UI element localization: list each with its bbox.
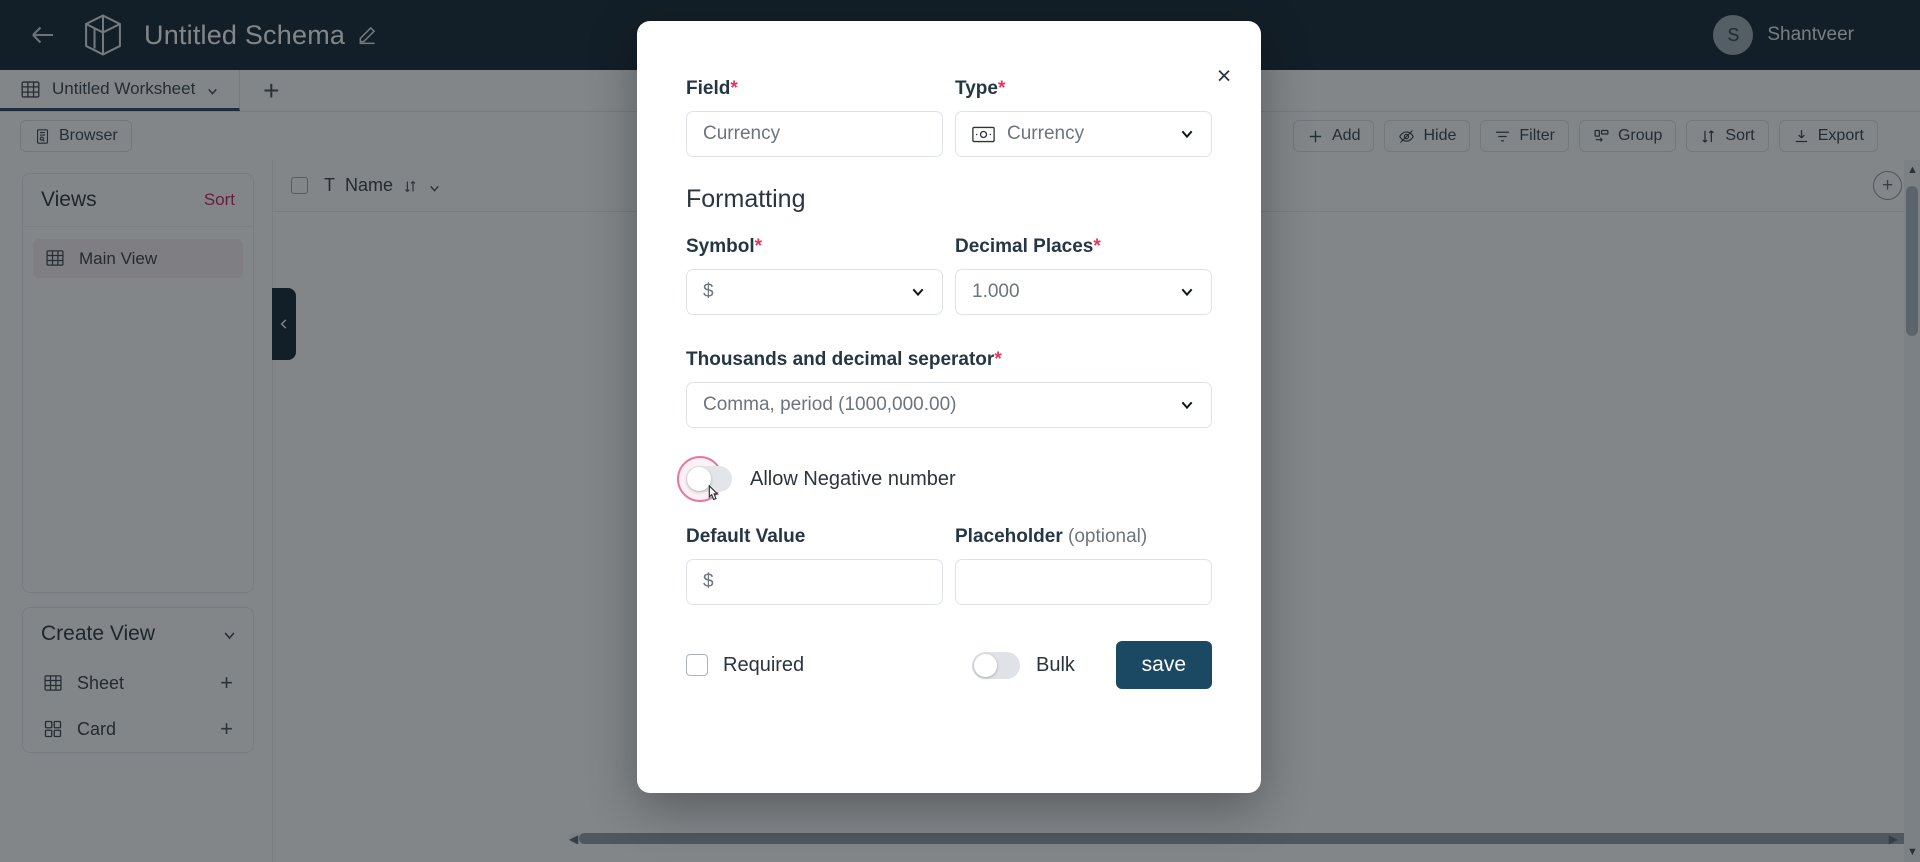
close-icon[interactable]: ×	[1209, 61, 1239, 91]
chevron-down-icon	[1179, 284, 1195, 300]
required-marker: *	[730, 78, 737, 99]
symbol-label-text: Symbol	[686, 236, 755, 257]
separator-label: Thousands and decimal seperator*	[686, 349, 1212, 371]
type-select[interactable]: Currency	[955, 111, 1212, 157]
required-marker: *	[755, 236, 762, 257]
required-checkbox[interactable]	[686, 654, 708, 676]
toggle-knob	[974, 654, 997, 677]
decimal-places-label-text: Decimal Places	[955, 236, 1093, 257]
separator-group: Thousands and decimal seperator* Comma, …	[686, 349, 1212, 428]
required-marker: *	[994, 349, 1001, 370]
symbol-group: Symbol* $	[686, 236, 943, 315]
chevron-down-icon	[910, 284, 926, 300]
modal-footer: Required Bulk save	[686, 641, 1212, 689]
type-label-text: Type	[955, 78, 998, 99]
symbol-label: Symbol*	[686, 236, 943, 258]
cursor-pointer-icon	[702, 483, 724, 509]
placeholder-group: Placeholder (optional)	[955, 526, 1212, 605]
separator-label-text: Thousands and decimal seperator	[686, 349, 994, 370]
separator-select-value: Comma, period (1000,000.00)	[703, 394, 956, 416]
default-value-group: Default Value	[686, 526, 943, 605]
field-name-input[interactable]	[686, 111, 943, 157]
required-checkbox-group[interactable]: Required	[686, 654, 972, 677]
placeholder-label-text: Placeholder	[955, 526, 1063, 547]
field-label: Field*	[686, 78, 943, 100]
placeholder-label: Placeholder (optional)	[955, 526, 1212, 548]
placeholder-optional-text: (optional)	[1068, 526, 1147, 547]
bulk-toggle[interactable]	[972, 652, 1020, 679]
symbol-select[interactable]: $	[686, 269, 943, 315]
decimal-places-select[interactable]: 1.000	[955, 269, 1212, 315]
decimal-places-group: Decimal Places* 1.000	[955, 236, 1212, 315]
bulk-label: Bulk	[1036, 654, 1075, 677]
required-marker: *	[1093, 236, 1100, 257]
symbol-select-value: $	[703, 281, 714, 303]
placeholder-input[interactable]	[955, 559, 1212, 605]
save-button[interactable]: save	[1116, 641, 1212, 689]
bulk-toggle-group[interactable]: Bulk	[972, 652, 1075, 679]
allow-negative-toggle[interactable]	[686, 466, 732, 492]
default-value-label: Default Value	[686, 526, 943, 548]
required-label: Required	[723, 654, 804, 677]
field-group: Field*	[686, 78, 943, 157]
separator-select[interactable]: Comma, period (1000,000.00)	[686, 382, 1212, 428]
field-label-text: Field	[686, 78, 730, 99]
symbol-decimal-row: Symbol* $ Decimal Places* 1.000	[686, 236, 1212, 315]
decimal-places-value: 1.000	[972, 281, 1020, 303]
chevron-down-icon	[1179, 397, 1195, 413]
type-select-value: Currency	[1007, 123, 1084, 145]
default-placeholder-row: Default Value Placeholder (optional)	[686, 526, 1212, 605]
edit-field-modal: × Field* Type* Currency Forma	[637, 21, 1261, 793]
type-group: Type* Currency	[955, 78, 1212, 157]
default-value-input[interactable]	[686, 559, 943, 605]
type-label: Type*	[955, 78, 1212, 100]
field-type-row: Field* Type* Currency	[686, 78, 1212, 157]
allow-negative-row: Allow Negative number	[686, 466, 1212, 492]
required-marker: *	[998, 78, 1005, 99]
money-icon	[972, 126, 995, 143]
decimal-places-label: Decimal Places*	[955, 236, 1212, 258]
chevron-down-icon	[1179, 126, 1195, 142]
formatting-section-title: Formatting	[686, 185, 1212, 214]
allow-negative-label: Allow Negative number	[750, 468, 956, 491]
